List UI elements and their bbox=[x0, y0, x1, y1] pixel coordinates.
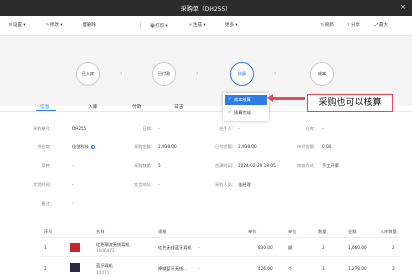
cell-no: 2 bbox=[44, 266, 47, 271]
flow-node-stocked[interactable]: 已入库 bbox=[76, 62, 100, 86]
cell-code: 10471 bbox=[96, 270, 110, 275]
check-icon: ✓ bbox=[228, 97, 232, 102]
menu-item-cost-accounting[interactable]: ✓ 成本核算 bbox=[225, 95, 267, 105]
qty-label: 采购数量： bbox=[134, 163, 155, 168]
cell-qty: 2 bbox=[322, 245, 325, 250]
menu-item-accounting-done[interactable]: ✓ 核算完成 bbox=[225, 108, 267, 118]
delivery-address-label: 交货地址： bbox=[134, 182, 155, 187]
cell-variant: - bbox=[198, 266, 200, 271]
cell-variant: - bbox=[198, 245, 200, 250]
remark-value: - bbox=[72, 201, 74, 206]
flow-node-paid[interactable]: 已付款 bbox=[152, 62, 176, 86]
cell-spec: 红色无线蓝牙耳机 bbox=[158, 245, 192, 250]
cell-price: 830.00 bbox=[258, 245, 273, 250]
toolbar-divider bbox=[140, 22, 141, 29]
amount-value: 2,938.00 bbox=[158, 144, 177, 149]
table-header-name: 名称 bbox=[96, 229, 105, 234]
flow-arrow-icon: › bbox=[196, 70, 199, 77]
table-divider bbox=[40, 256, 400, 257]
cell-amount: 1,660.00 bbox=[348, 245, 367, 250]
cell-spec: 降噪蓝牙无线... bbox=[158, 266, 188, 271]
remark-label: 备注： bbox=[41, 201, 54, 206]
cell-price: 426.00 bbox=[258, 266, 273, 271]
buyer-value: 张经理 bbox=[238, 182, 251, 187]
print-button[interactable]: 🖶打印 ▾ bbox=[150, 22, 167, 30]
flow-node-cost[interactable]: 成本 bbox=[310, 62, 334, 86]
settings-button[interactable]: ⚙设置 ▾ bbox=[8, 22, 25, 28]
created-time-label: 创建时间： bbox=[215, 163, 236, 168]
flow-arrow-icon: › bbox=[274, 70, 277, 77]
currency-value: - bbox=[72, 163, 74, 168]
info-icon[interactable]: i bbox=[90, 145, 95, 149]
delivery-time-label: 交货时间： bbox=[33, 182, 54, 187]
method-value: 手工开票 bbox=[322, 163, 339, 168]
date-label: 日期： bbox=[142, 126, 155, 131]
supplier-label: 供应商： bbox=[37, 144, 54, 149]
tab-log[interactable]: 日志 bbox=[174, 103, 184, 110]
unpaid-value: 0.00 bbox=[322, 144, 332, 149]
delete-button[interactable]: 🗑删除 bbox=[82, 22, 96, 28]
toolbar: ⚙设置 ▾ ✎修改 ▾ 🗑删除 🖶打印 ▾ +生成 ▾ 更多 ▾ ↻刷新 ⇪分享… bbox=[0, 16, 412, 36]
active-tab-indicator bbox=[36, 110, 56, 111]
cell-unit: 副 bbox=[288, 245, 293, 250]
window-titlebar: 采购单（DH255） × bbox=[0, 0, 412, 16]
delivery-address-value: - bbox=[158, 182, 160, 187]
product-thumbnail bbox=[70, 243, 80, 252]
paid-value: 2,938.00 bbox=[238, 144, 257, 149]
cell-stocked-qty: 2 bbox=[392, 245, 395, 250]
tab-info[interactable]: 信息 bbox=[40, 103, 50, 110]
edit-button[interactable]: ✎修改 ▾ bbox=[45, 22, 63, 28]
annotation-arrow-icon bbox=[267, 94, 305, 102]
table-divider bbox=[40, 237, 400, 238]
share-button[interactable]: ⇪分享 bbox=[346, 22, 360, 28]
flow-node-accounting[interactable]: 核算 bbox=[230, 62, 254, 86]
cell-code: 1006473 bbox=[96, 248, 115, 253]
cell-unit: 个 bbox=[288, 266, 293, 271]
maximize-button[interactable]: ⤢最大 bbox=[374, 22, 388, 28]
tab-stock-in[interactable]: 入库 bbox=[88, 103, 98, 110]
paid-label: 已付金额： bbox=[215, 144, 236, 149]
table-header-amount: 金额 bbox=[348, 229, 357, 234]
currency-label: 币种： bbox=[41, 163, 54, 168]
more-button[interactable]: 更多 ▾ bbox=[225, 22, 238, 28]
warehouse-label: 仓库： bbox=[305, 126, 318, 131]
window-title: 采购单（DH255） bbox=[180, 6, 232, 13]
table-header-stocked-qty: 入库数量 bbox=[380, 229, 397, 234]
cell-no: 1 bbox=[44, 245, 47, 250]
cell-qty: 3 bbox=[322, 266, 325, 271]
buyer-label: 采购人员： bbox=[215, 182, 236, 187]
product-thumbnail bbox=[70, 263, 80, 272]
table-header-unit: 单位 bbox=[288, 229, 297, 234]
warehouse-value: - bbox=[322, 126, 324, 131]
employee-label: 经手人： bbox=[219, 126, 236, 131]
employee-value: - bbox=[238, 126, 240, 131]
cell-name: 蓝牙耳机 bbox=[96, 263, 113, 268]
supplier-value: 佳创科技 i bbox=[72, 144, 95, 149]
qty-value: 5 bbox=[158, 163, 161, 168]
tab-payment[interactable]: 付款 bbox=[132, 103, 142, 110]
generate-button[interactable]: +生成 ▾ bbox=[188, 22, 206, 28]
order-no-label: 采购单号： bbox=[33, 126, 54, 131]
cell-stocked-qty: 3 bbox=[392, 266, 395, 271]
close-icon[interactable]: × bbox=[400, 3, 406, 11]
annotation-callout: 采购也可以核算 bbox=[307, 94, 393, 112]
table-header-qty: 数量 bbox=[318, 229, 327, 234]
accounting-dropdown: ✓ 成本核算 ✓ 核算完成 bbox=[223, 93, 269, 121]
table-header-price: 单价 bbox=[248, 229, 257, 234]
cell-amount: 1,278.00 bbox=[348, 266, 367, 271]
unpaid-label: 待付金额： bbox=[297, 144, 318, 149]
table-header-no: 序号 bbox=[44, 229, 53, 234]
method-label: 审核方式： bbox=[297, 163, 318, 168]
refresh-button[interactable]: ↻刷新 bbox=[320, 22, 334, 28]
delivery-time-value: - bbox=[72, 182, 74, 187]
check-icon: ✓ bbox=[228, 110, 232, 115]
flow-arrow-icon: › bbox=[120, 70, 123, 77]
order-no-value: DH255 bbox=[72, 126, 87, 131]
date-value: - bbox=[158, 126, 160, 131]
amount-label: 采购金额： bbox=[134, 144, 155, 149]
created-time-value: 2024-02-29 18:05 bbox=[238, 163, 276, 168]
table-header-spec: 规格 bbox=[158, 229, 167, 234]
